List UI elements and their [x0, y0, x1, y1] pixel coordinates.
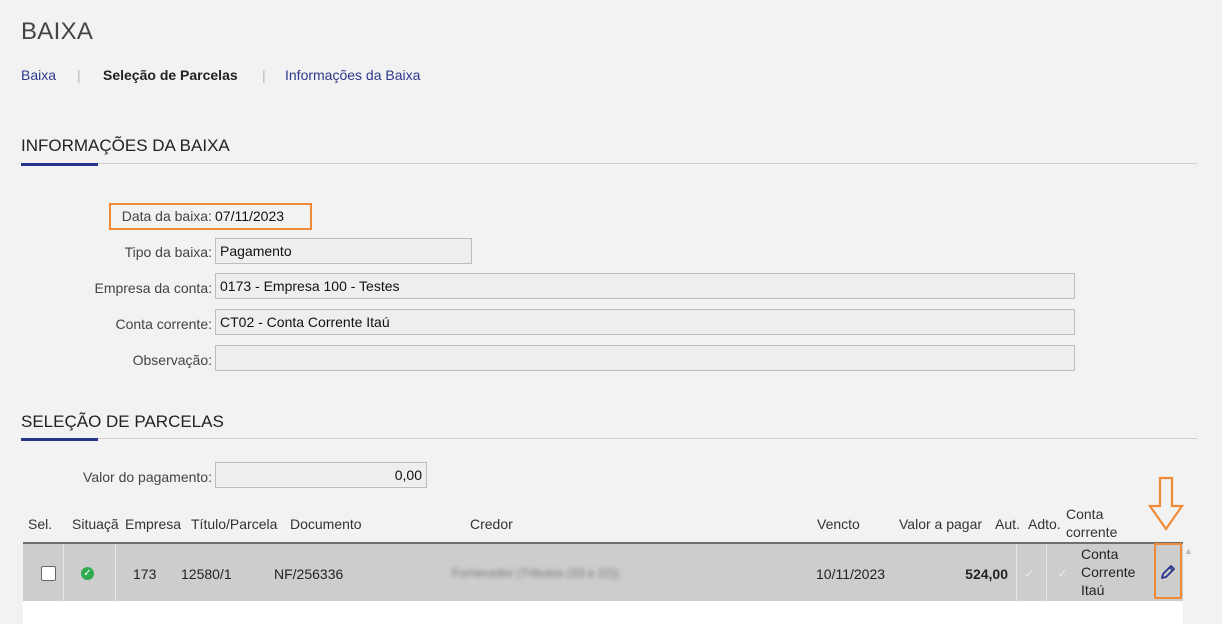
col-header-titulo-parcela[interactable]: Título/Parcela: [191, 516, 277, 532]
data-baixa-field[interactable]: 07/11/2023: [215, 208, 284, 224]
pencil-icon[interactable]: [1159, 563, 1177, 581]
cell-credor: Fornecedor (Tributos (33 e 22)): [452, 566, 619, 580]
col-header-empresa[interactable]: Empresa: [125, 516, 181, 532]
col-header-documento[interactable]: Documento: [290, 516, 362, 532]
breadcrumb-selecao-parcelas[interactable]: Seleção de Parcelas: [103, 67, 238, 83]
section-accent-bar: [21, 163, 98, 166]
aut-check-icon: ✓: [1024, 566, 1035, 581]
conta-corrente-label: Conta corrente:: [115, 316, 213, 332]
conta-line: Itaú: [1081, 582, 1105, 598]
column-divider: [1016, 544, 1017, 601]
col-header-vencto[interactable]: Vencto: [817, 516, 860, 532]
section-accent-bar: [21, 438, 98, 441]
col-header-situacao[interactable]: Situaçã: [72, 516, 124, 532]
row-select-checkbox[interactable]: [41, 566, 56, 581]
breadcrumb-baixa[interactable]: Baixa: [21, 67, 56, 83]
conta-line: Conta: [1081, 546, 1119, 562]
empresa-conta-field[interactable]: 0173 - Empresa 100 - Testes: [215, 273, 1075, 299]
observacao-field[interactable]: [215, 345, 1075, 371]
info-section-title: INFORMAÇÕES DA BAIXA: [21, 136, 230, 155]
col-header-conta[interactable]: Conta: [1066, 506, 1103, 522]
table-empty-area: [23, 601, 1183, 624]
observacao-label: Observação:: [132, 352, 212, 368]
valor-pagamento-field[interactable]: 0,00: [215, 462, 427, 488]
section-divider: [21, 163, 1197, 164]
check-circle-icon: ✓: [81, 567, 94, 580]
conta-corrente-field[interactable]: CT02 - Conta Corrente Itaú: [215, 309, 1075, 335]
cell-valor-pagar: 524,00: [965, 566, 1008, 582]
tipo-baixa-label: Tipo da baixa:: [124, 244, 212, 260]
column-divider: [1046, 544, 1047, 601]
adto-check-icon: ✓: [1057, 566, 1068, 581]
parcelas-section-title: SELEÇÃO DE PARCELAS: [21, 412, 224, 431]
scroll-up-arrow[interactable]: ▲: [1184, 546, 1193, 556]
cell-empresa: 173: [133, 566, 157, 582]
col-header-aut[interactable]: Aut.: [995, 516, 1020, 532]
conta-line: Corrente: [1081, 564, 1136, 580]
breadcrumb-separator: |: [262, 67, 266, 83]
cell-vencto: 10/11/2023: [816, 566, 886, 582]
section-divider: [21, 438, 1197, 439]
tipo-baixa-field[interactable]: Pagamento: [215, 238, 472, 264]
arrow-down-icon: [1147, 476, 1185, 532]
valor-pagamento-label: Valor do pagamento:: [83, 469, 212, 485]
breadcrumb-informacoes-baixa[interactable]: Informações da Baixa: [285, 67, 420, 83]
cell-conta-corrente: Conta Corrente Itaú: [1081, 545, 1135, 599]
col-header-valor-pagar[interactable]: Valor a pagar: [899, 516, 982, 532]
col-header-corrente[interactable]: corrente: [1066, 524, 1117, 540]
cell-titulo-parcela: 12580/1: [181, 566, 232, 582]
page-title: BAIXA: [21, 18, 94, 45]
column-divider: [115, 544, 116, 601]
col-header-credor[interactable]: Credor: [470, 516, 513, 532]
breadcrumb-separator: |: [77, 67, 81, 83]
data-baixa-label: Data da baixa:: [121, 208, 212, 224]
column-divider: [63, 544, 64, 601]
empresa-conta-label: Empresa da conta:: [94, 280, 212, 296]
col-header-adto[interactable]: Adto.: [1028, 516, 1061, 532]
cell-documento: NF/256336: [274, 566, 344, 582]
col-header-sel[interactable]: Sel.: [28, 516, 52, 532]
